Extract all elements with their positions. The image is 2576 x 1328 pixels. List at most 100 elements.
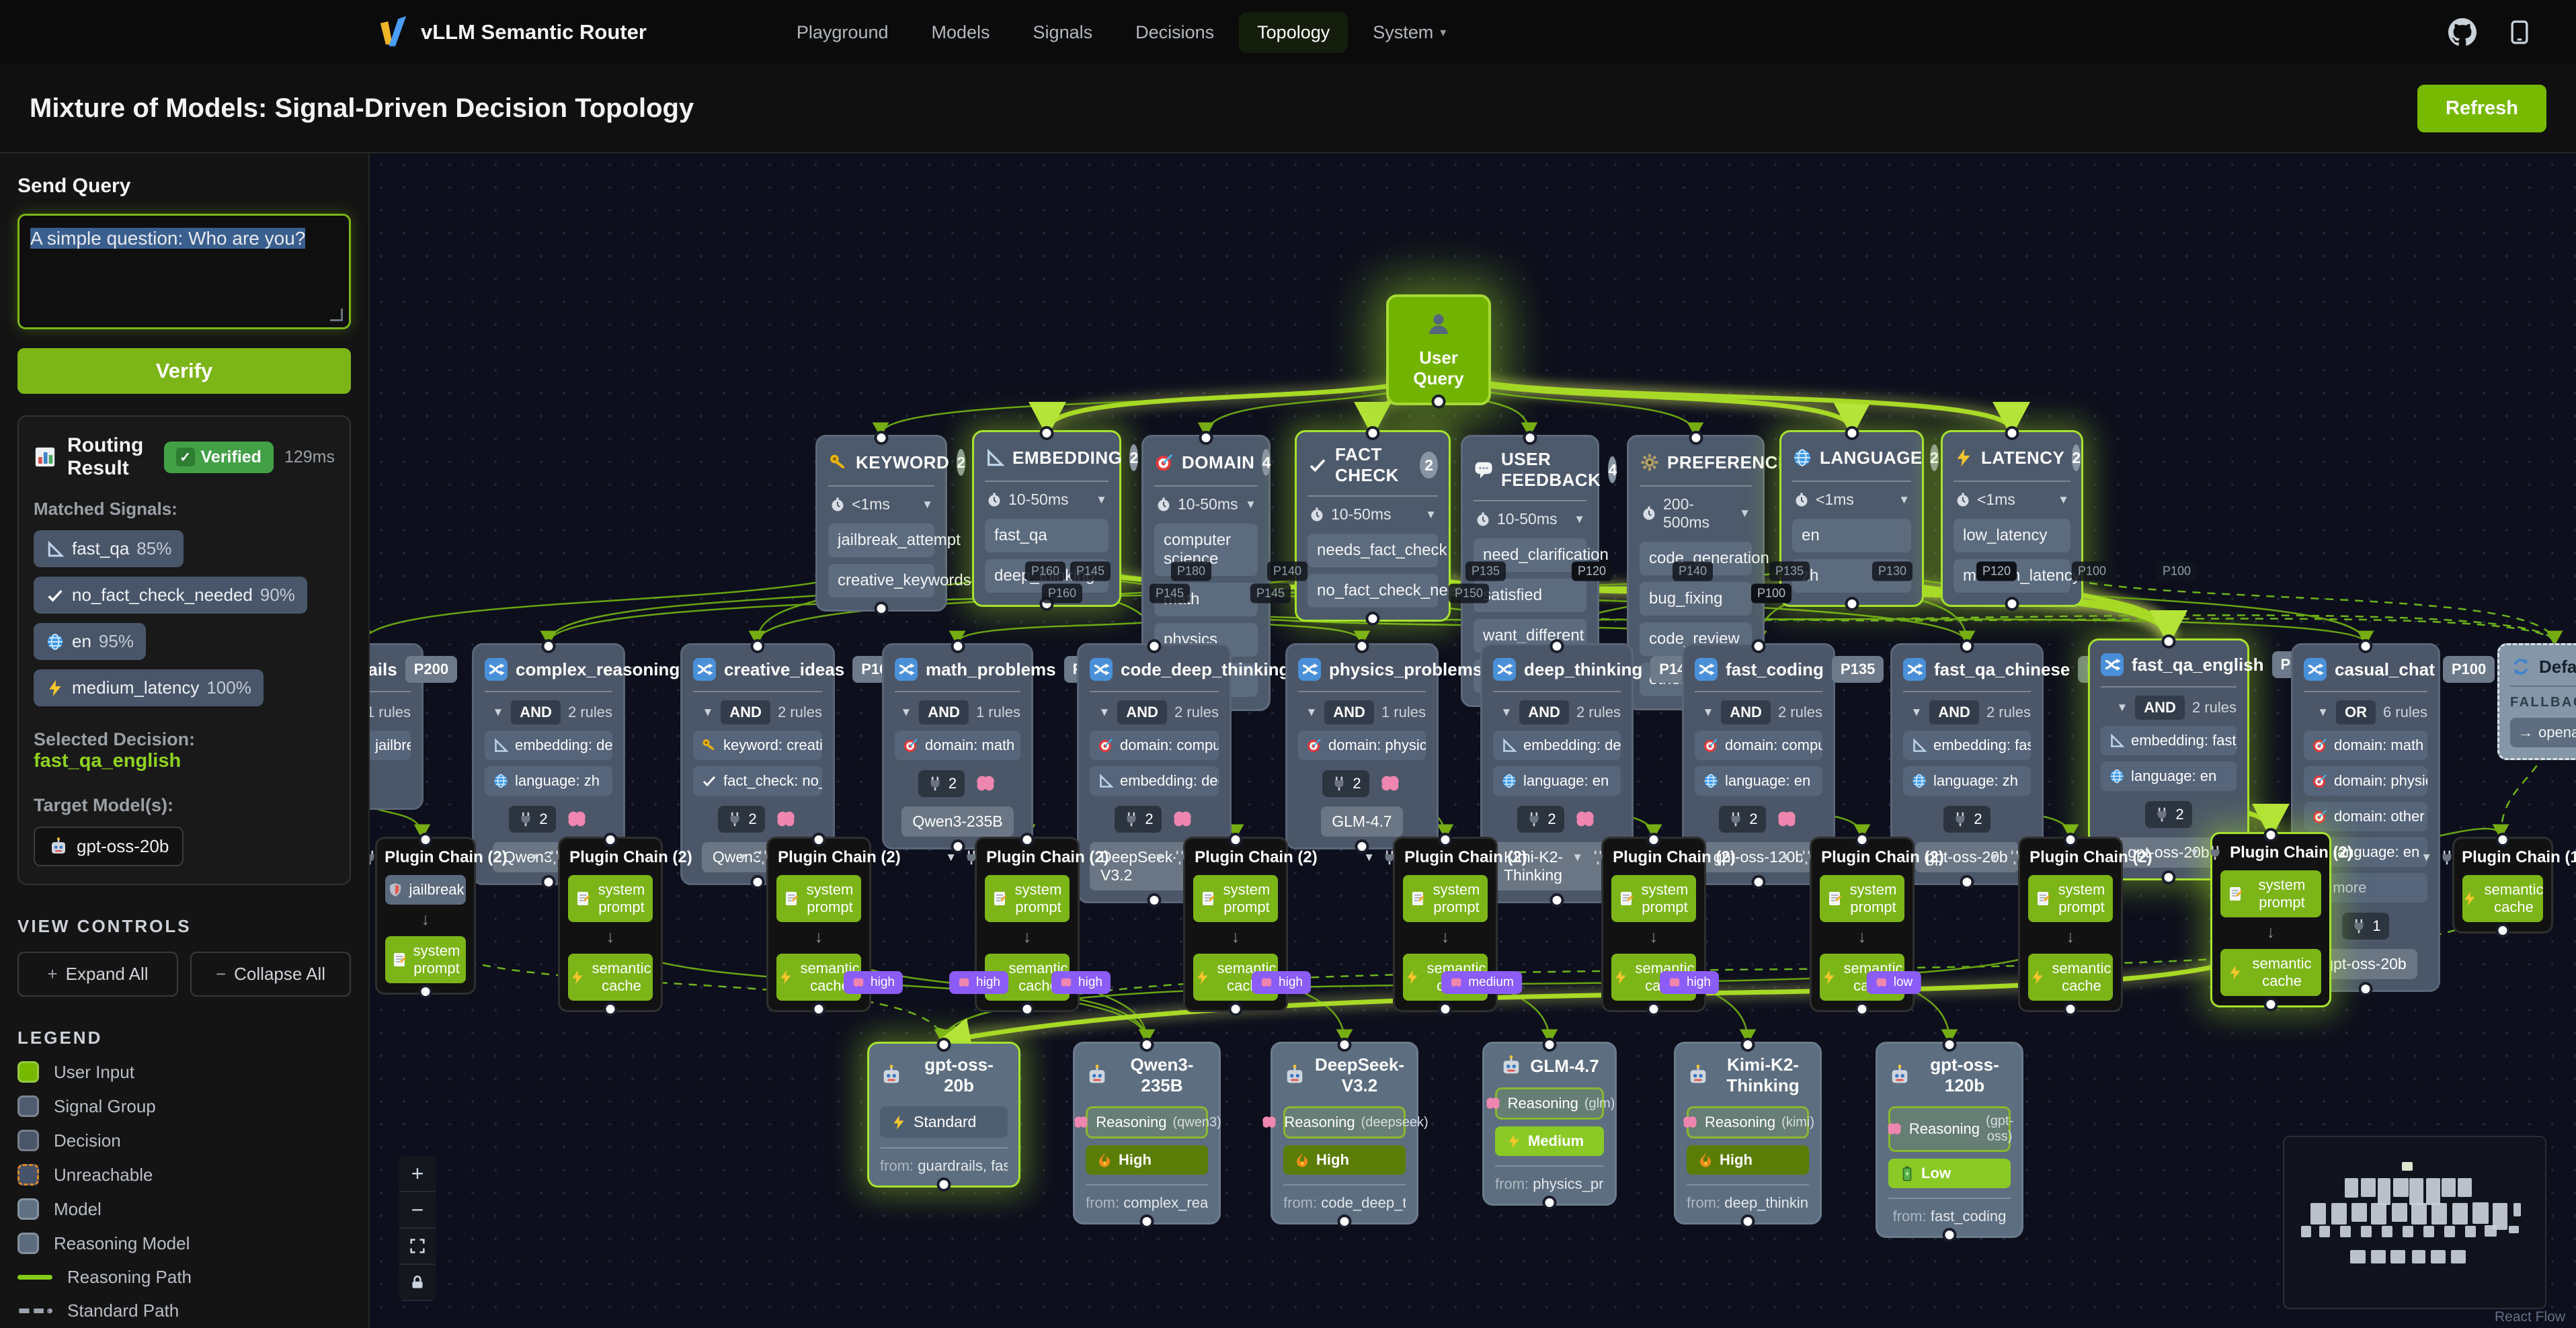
plugin-chain-node-11[interactable]: ▼Plugin Chain (1)semantic cache — [2452, 837, 2553, 933]
plugin-chip-system-prompt[interactable]: system prompt — [1611, 875, 1696, 922]
query-input[interactable]: A simple question: Who are you? — [17, 214, 351, 329]
plugin-chip-semantic-cache[interactable]: semantic cache — [985, 954, 1070, 1001]
plugin-chip-semantic-cache[interactable]: semantic cache — [568, 954, 653, 1001]
plugin-chip-system-prompt[interactable]: system prompt — [385, 936, 466, 983]
nav-item-decisions[interactable]: Decisions — [1117, 12, 1232, 53]
collapse-caret[interactable]: ▼ — [1988, 851, 2000, 864]
plugin-chip-semantic-cache[interactable]: semantic cache — [2028, 954, 2113, 1001]
model-node-gpt-oss-20b[interactable]: gpt-oss-20bStandardfrom: guardrails, fas… — [867, 1042, 1020, 1188]
collapse-caret[interactable]: ▼ — [1245, 498, 1256, 511]
plugin-chain-node-9[interactable]: ▼Plugin Chain (2)system prompt↓semantic … — [2018, 837, 2123, 1012]
collapse-caret[interactable]: ▼ — [1425, 508, 1437, 522]
signal-option[interactable]: creative_keywords — [828, 564, 934, 597]
collapse-caret[interactable]: ▼ — [737, 851, 748, 864]
signal-node-keyword[interactable]: KEYWORD2<1ms▼jailbreak_attemptcreative_k… — [815, 435, 947, 612]
plugin-chip-system-prompt[interactable]: system prompt — [1820, 875, 1904, 922]
plugin-chip-system-prompt[interactable]: system prompt — [776, 875, 861, 922]
zoom-out-button[interactable]: − — [399, 1192, 436, 1229]
expand-all-button[interactable]: +Expand All — [17, 952, 178, 997]
device-frame-icon[interactable] — [2506, 17, 2533, 47]
signal-node-embedding[interactable]: EMBEDDING210-50ms▼fast_qadeep_thinking — [972, 430, 1121, 607]
signal-node-language[interactable]: LANGUAGE2<1ms▼enzh — [1779, 430, 1924, 607]
decision-node-math-problems[interactable]: math_problemsP150▼AND1 rulesdomain: math… — [882, 643, 1033, 849]
default-route-node[interactable]: Default RouteFALLBACK→openai/gpt-oss-... — [2497, 643, 2576, 760]
signal-option[interactable]: jailbreak_attempt — [828, 524, 934, 557]
plugin-chip-semantic-cache[interactable]: semantic cache — [1820, 954, 1904, 1001]
signal-option[interactable]: no_fact_check_needed — [1307, 574, 1438, 608]
plugin-chip-semantic-cache[interactable]: semantic cache — [2462, 875, 2543, 922]
plugin-chain-node-2[interactable]: ▼Plugin Chain (2)system prompt↓semantic … — [558, 837, 663, 1012]
plugin-chip-semantic-cache[interactable]: semantic cache — [776, 954, 861, 1001]
plugin-chip-semantic-cache[interactable]: semantic cache — [1611, 954, 1696, 1001]
collapse-caret[interactable]: ▼ — [1363, 851, 1375, 864]
model-node-qwen3-235b[interactable]: Qwen3-235BReasoning(qwen3)Highfrom: comp… — [1073, 1042, 1221, 1225]
collapse-all-button[interactable]: −Collapse All — [190, 952, 351, 997]
collapse-caret[interactable]: ▼ — [900, 706, 912, 719]
verify-button[interactable]: Verify — [17, 348, 351, 394]
plugin-chip-system-prompt[interactable]: system prompt — [985, 875, 1070, 922]
plugin-chip-system-prompt[interactable]: system prompt — [2028, 875, 2113, 922]
signal-option[interactable]: needs_fact_check — [1307, 534, 1438, 567]
signal-option[interactable]: low_latency — [1954, 519, 2070, 552]
model-node-deepseek-v3.2[interactable]: DeepSeek-V3.2Reasoning(deepseek)Highfrom… — [1271, 1042, 1418, 1225]
nav-item-playground[interactable]: Playground — [778, 12, 907, 53]
collapse-caret[interactable]: ▼ — [922, 498, 933, 511]
signal-node-latency[interactable]: LATENCY2<1ms▼low_latencymedium_latency — [1941, 430, 2083, 607]
signal-option[interactable]: deep_thinking — [985, 559, 1109, 593]
plugin-chain-node-8[interactable]: ▼Plugin Chain (2)system prompt↓semantic … — [1810, 837, 1915, 1012]
signal-option[interactable]: bug_fixing — [1640, 582, 1752, 616]
nav-item-signals[interactable]: Signals — [1015, 12, 1111, 53]
refresh-button[interactable]: Refresh — [2417, 85, 2546, 132]
collapse-caret[interactable]: ▼ — [528, 851, 540, 864]
model-node-kimi-k2-thinking[interactable]: Kimi-K2-ThinkingReasoning(kimi)Highfrom:… — [1674, 1042, 1822, 1225]
collapse-caret[interactable]: ▼ — [1780, 851, 1792, 864]
plugin-chain-node-5[interactable]: ▼Plugin Chain (2)system prompt↓semantic … — [1183, 837, 1288, 1012]
collapse-caret[interactable]: ▼ — [702, 706, 713, 719]
collapse-caret[interactable]: ▼ — [1910, 706, 1922, 719]
plugin-chip-system-prompt[interactable]: system prompt — [568, 875, 653, 922]
plugin-chain-node-4[interactable]: ▼Plugin Chain (2)system prompt↓semantic … — [975, 837, 1080, 1012]
plugin-chain-node-3[interactable]: ▼Plugin Chain (2)system prompt↓semantic … — [766, 837, 871, 1012]
collapse-caret[interactable]: ▼ — [1096, 493, 1107, 507]
decision-node-guardrails[interactable]: guardrailsP200▼AND1 ruleskeyword: jailbr… — [370, 643, 424, 810]
collapse-caret[interactable]: ▼ — [1305, 706, 1317, 719]
plugin-chip-system-prompt[interactable]: system prompt — [1403, 875, 1488, 922]
nav-item-system[interactable]: System▾ — [1355, 12, 1464, 53]
plugin-chip-jailbreak[interactable]: jailbreak — [385, 875, 466, 905]
signal-option[interactable]: satisfied — [1474, 579, 1586, 612]
signal-node-fact-check[interactable]: FACT CHECK210-50ms▼needs_fact_checkno_fa… — [1295, 430, 1451, 622]
collapse-caret[interactable]: ▼ — [1574, 513, 1585, 526]
model-node-gpt-oss-120b[interactable]: gpt-oss-120bReasoning(gpt-oss)Lowfrom: f… — [1876, 1042, 2023, 1238]
collapse-caret[interactable]: ▼ — [1500, 706, 1512, 719]
user-query-node[interactable]: User Query — [1386, 294, 1491, 405]
collapse-caret[interactable]: ▼ — [492, 706, 504, 719]
collapse-caret[interactable]: ▼ — [2058, 493, 2069, 507]
signal-option[interactable]: math — [1154, 583, 1258, 616]
nav-item-models[interactable]: Models — [914, 12, 1008, 53]
zoom-in-button[interactable]: + — [399, 1156, 436, 1192]
signal-option[interactable]: medium_latency — [1954, 559, 2070, 593]
plugin-chip-semantic-cache[interactable]: semantic cache — [2220, 949, 2321, 996]
signal-option[interactable]: code_generation — [1640, 542, 1752, 575]
signal-option[interactable]: zh — [1792, 559, 1911, 593]
plugin-chip-semantic-cache[interactable]: semantic cache — [1193, 954, 1278, 1001]
collapse-caret[interactable]: ▼ — [1154, 851, 1165, 864]
collapse-caret[interactable]: ▼ — [2421, 851, 2432, 864]
plugin-chip-semantic-cache[interactable]: semantic cache — [1403, 954, 1488, 1001]
fit-view-button[interactable] — [399, 1229, 436, 1265]
model-node-glm-4.7[interactable]: GLM-4.7Reasoning(glm)Mediumfrom: physics… — [1482, 1042, 1617, 1206]
collapse-caret[interactable]: ▼ — [2189, 846, 2200, 860]
collapse-caret[interactable]: ▼ — [2116, 701, 2128, 714]
collapse-caret[interactable]: ▼ — [1572, 851, 1583, 864]
github-icon[interactable] — [2448, 18, 2477, 46]
signal-option[interactable]: en — [1792, 519, 1911, 552]
signal-option[interactable]: fast_qa — [985, 519, 1109, 552]
collapse-caret[interactable]: ▼ — [2317, 706, 2329, 719]
plugin-chip-system-prompt[interactable]: system prompt — [1193, 875, 1278, 922]
collapse-caret[interactable]: ▼ — [945, 851, 957, 864]
signal-option[interactable]: computer science — [1154, 524, 1258, 576]
plugin-chain-node-1[interactable]: ▼Plugin Chain (2)jailbreak↓system prompt — [375, 837, 476, 995]
decision-node-physics-problems[interactable]: physics_problemsP145▼AND1 rulesdomain: p… — [1285, 643, 1439, 849]
plugin-chain-node-6[interactable]: ▼Plugin Chain (2)system prompt↓semantic … — [1393, 837, 1498, 1012]
collapse-caret[interactable]: ▼ — [1098, 706, 1110, 719]
